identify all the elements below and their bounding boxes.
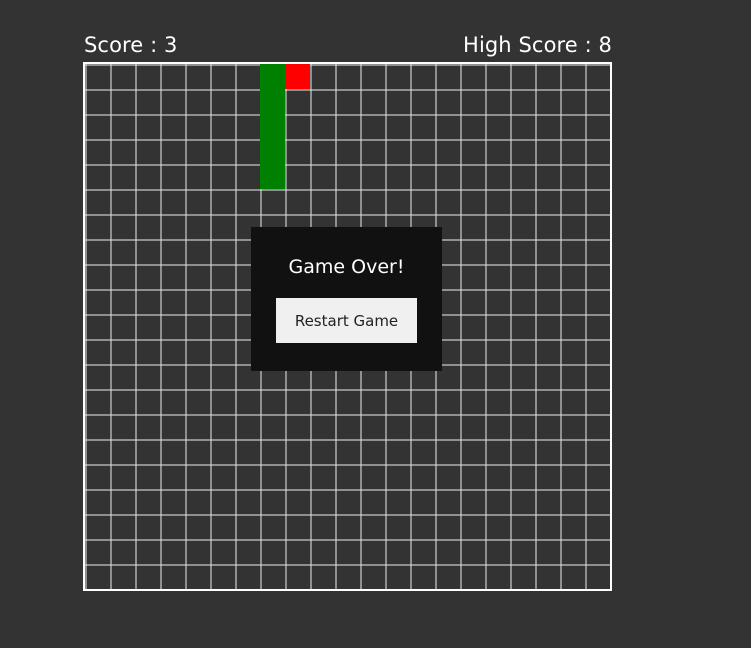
game-over-title: Game Over! [288,256,405,278]
score-label: Score : 3 [84,33,178,57]
game-over-dialog: Game Over! Restart Game [251,227,442,371]
high-score-label: High Score : 8 [463,33,612,57]
score-bar: Score : 3 High Score : 8 [84,30,612,60]
snake-segment [260,64,285,89]
food-pellet [285,64,310,89]
snake-segment [260,164,285,189]
snake-segment [260,114,285,139]
snake-segment [260,89,285,114]
snake-segment [260,139,285,164]
restart-game-button[interactable]: Restart Game [276,298,417,343]
game-stage: Score : 3 High Score : 8 Game Over! Rest… [0,0,751,648]
